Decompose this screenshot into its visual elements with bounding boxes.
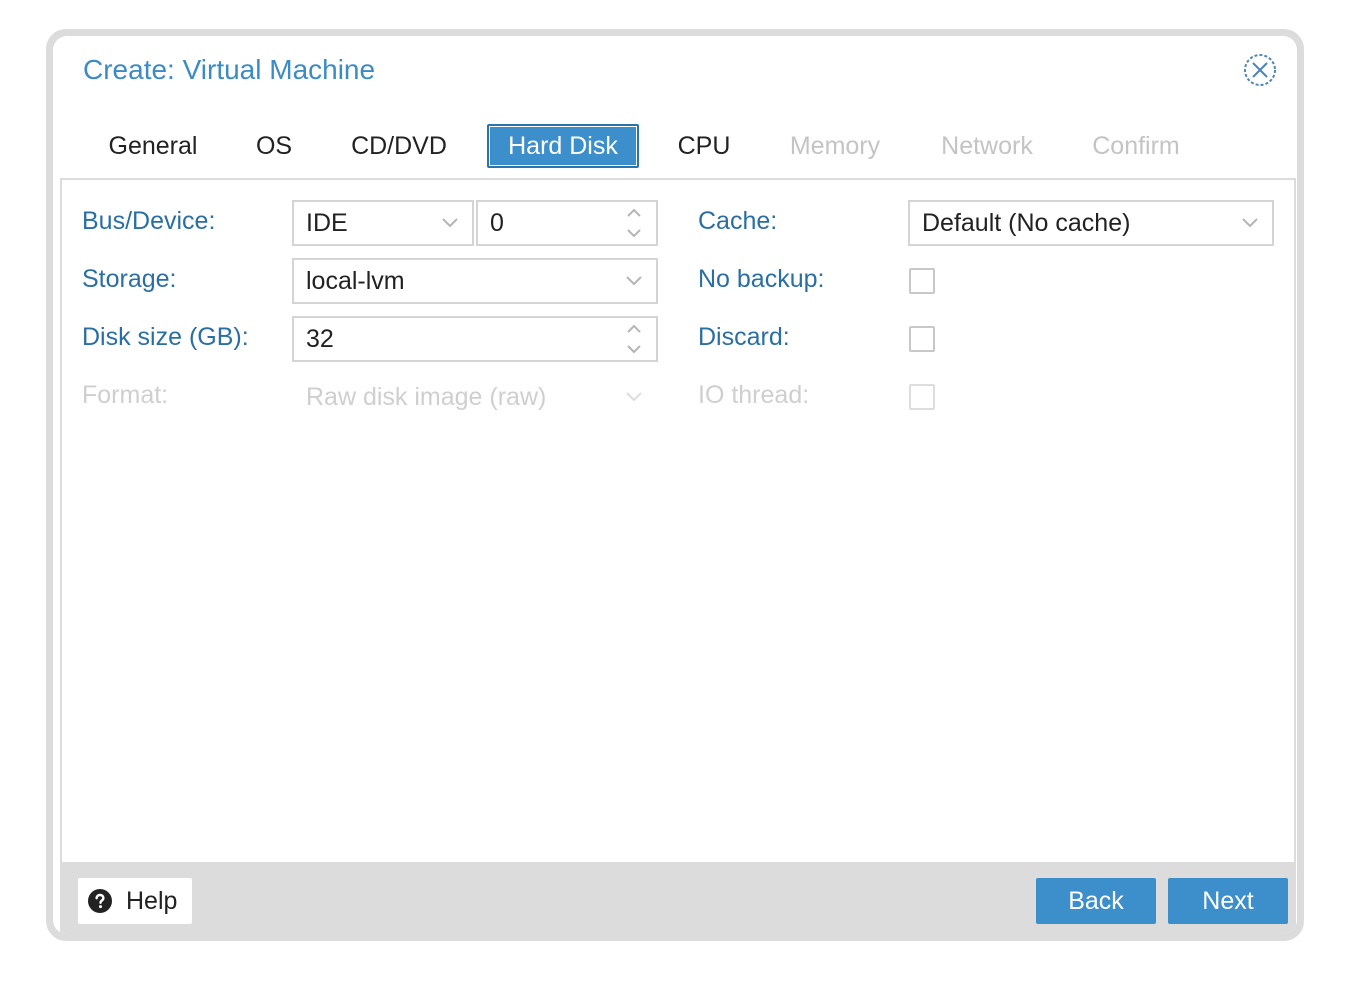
- tab-os[interactable]: OS: [243, 124, 305, 168]
- tab-hard-disk[interactable]: Hard Disk: [487, 124, 639, 168]
- tab-network: Network: [941, 132, 1033, 160]
- bus-device-label: Bus/Device:: [82, 207, 216, 235]
- discard-label: Discard:: [698, 323, 790, 351]
- dialog-body: Create: Virtual Machine General OS CD/DV…: [53, 36, 1297, 934]
- close-circle-icon[interactable]: [1243, 53, 1277, 87]
- no-backup-label: No backup:: [698, 265, 825, 293]
- format-select: Raw disk image (raw): [292, 374, 658, 420]
- no-backup-checkbox[interactable]: [909, 268, 935, 294]
- hard-disk-panel: Bus/Device: IDE 0 Storage: local-lvm Dis…: [60, 178, 1296, 864]
- wizard-tabs: General OS CD/DVD Hard Disk CPU Memory N…: [53, 118, 1297, 170]
- storage-label: Storage:: [82, 265, 177, 293]
- io-thread-checkbox: [909, 384, 935, 410]
- discard-checkbox[interactable]: [909, 326, 935, 352]
- tab-cd-dvd[interactable]: CD/DVD: [335, 124, 463, 168]
- question-circle-icon: [88, 889, 112, 913]
- bus-value: IDE: [306, 209, 348, 237]
- storage-value: local-lvm: [306, 267, 405, 295]
- disk-size-value: 32: [306, 325, 334, 353]
- disk-size-spinner[interactable]: 32: [292, 316, 658, 362]
- format-value: Raw disk image (raw): [306, 383, 547, 411]
- chevron-down-icon: [442, 218, 458, 228]
- chevron-down-icon: [626, 392, 642, 402]
- spinner-arrows-icon[interactable]: [622, 202, 646, 244]
- io-thread-label: IO thread:: [698, 381, 810, 409]
- device-value: 0: [490, 209, 504, 237]
- dialog-title: Create: Virtual Machine: [83, 54, 376, 85]
- spinner-arrows-icon[interactable]: [622, 318, 646, 360]
- back-button[interactable]: Back: [1036, 878, 1156, 924]
- tab-confirm: Confirm: [1092, 132, 1180, 160]
- chevron-down-icon: [626, 276, 642, 286]
- cache-label: Cache:: [698, 207, 778, 235]
- help-label: Help: [126, 887, 178, 915]
- cache-value: Default (No cache): [922, 209, 1131, 237]
- format-label: Format:: [82, 381, 169, 409]
- next-button[interactable]: Next: [1168, 878, 1288, 924]
- bus-select[interactable]: IDE: [292, 200, 474, 246]
- tab-memory: Memory: [789, 132, 881, 160]
- create-vm-dialog: Create: Virtual Machine General OS CD/DV…: [46, 29, 1304, 941]
- chevron-down-icon: [1242, 218, 1258, 228]
- disk-size-label: Disk size (GB):: [82, 323, 249, 351]
- dialog-footer: Help Back Next: [60, 862, 1296, 934]
- device-number-spinner[interactable]: 0: [476, 200, 658, 246]
- tab-general[interactable]: General: [93, 124, 213, 168]
- help-button[interactable]: Help: [78, 878, 192, 924]
- cache-select[interactable]: Default (No cache): [908, 200, 1274, 246]
- storage-select[interactable]: local-lvm: [292, 258, 658, 304]
- tab-cpu[interactable]: CPU: [667, 124, 741, 168]
